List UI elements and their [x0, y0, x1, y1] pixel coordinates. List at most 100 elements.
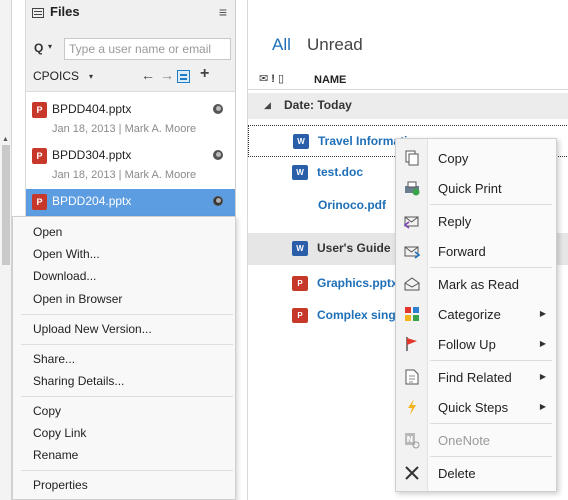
- categorize-icon: [405, 307, 419, 321]
- search-input[interactable]: [64, 38, 231, 60]
- submenu-arrow-icon: ▶: [539, 402, 546, 411]
- menu-item-reply[interactable]: Reply: [396, 206, 556, 236]
- menu-item-quick-steps[interactable]: Quick Steps ▶: [396, 392, 556, 422]
- menu-item-onenote: N OneNote: [396, 425, 556, 455]
- menu-separator: [21, 470, 233, 471]
- menu-item-label: OneNote: [438, 433, 491, 448]
- mail-title: Graphics.pptx: [317, 276, 398, 290]
- file-meta: Jan 18, 2013 | Mark A. Moore: [52, 123, 197, 135]
- scrollbar-thumb[interactable]: [2, 145, 10, 265]
- list-view-icon[interactable]: [177, 70, 190, 83]
- scope-dropdown[interactable]: CPOICS: [33, 69, 79, 83]
- printer-icon: [405, 181, 420, 196]
- menu-separator: [430, 456, 552, 457]
- menu-item-copy[interactable]: Copy: [33, 404, 61, 418]
- menu-item-find-related[interactable]: Find Related ▶: [396, 362, 556, 392]
- menu-separator: [21, 396, 233, 397]
- chevron-down-icon[interactable]: ▾: [48, 42, 52, 51]
- attachment-doc-icon[interactable]: ▯: [278, 73, 284, 85]
- file-row[interactable]: P BPDD304.pptx Jan 18, 2013 | Mark A. Mo…: [26, 143, 235, 189]
- menu-item-delete[interactable]: Delete: [396, 458, 556, 488]
- flag-icon: [406, 337, 417, 351]
- menu-item-label: Forward: [438, 244, 486, 259]
- menu-item-copy-link[interactable]: Copy Link: [33, 426, 86, 440]
- mail-title: Orinoco.pdf: [318, 198, 386, 212]
- menu-item-quick-print[interactable]: Quick Print: [396, 173, 556, 203]
- shared-globe-icon: [213, 196, 223, 206]
- powerpoint-file-icon: P: [32, 148, 47, 164]
- menu-item-open-in-browser[interactable]: Open in Browser: [33, 292, 122, 306]
- menu-item-label: Copy: [438, 151, 469, 166]
- envelope-icon[interactable]: ✉: [259, 73, 268, 85]
- menu-item-label: Quick Print: [438, 181, 502, 196]
- powerpoint-file-icon: P: [292, 308, 308, 323]
- menu-item-share[interactable]: Share...: [33, 352, 75, 366]
- powerpoint-file-icon: P: [32, 194, 47, 210]
- menu-item-sharing-details[interactable]: Sharing Details...: [33, 374, 124, 388]
- collapse-caret-icon[interactable]: ◢: [264, 100, 271, 111]
- menu-separator: [430, 204, 552, 205]
- menu-item-download[interactable]: Download...: [33, 269, 96, 283]
- menu-item-forward[interactable]: Forward: [396, 236, 556, 266]
- tab-all[interactable]: All: [272, 35, 291, 55]
- hamburger-menu-icon[interactable]: ≡: [219, 4, 227, 20]
- forward-icon: [404, 246, 421, 259]
- menu-item-categorize[interactable]: Categorize ▶: [396, 299, 556, 329]
- mail-context-menu: Copy Quick Print Reply Forward Mark as R…: [395, 138, 557, 492]
- menu-item-open[interactable]: Open: [33, 225, 62, 239]
- file-name: BPDD404.pptx: [52, 102, 132, 116]
- scope-toolbar: CPOICS ▾ ← → +: [26, 62, 235, 92]
- menu-item-label: Reply: [438, 214, 472, 229]
- shared-globe-icon: [213, 150, 223, 160]
- file-row[interactable]: P BPDD404.pptx Jan 18, 2013 | Mark A. Mo…: [26, 97, 235, 143]
- scroll-up-arrow-icon[interactable]: ▲: [2, 136, 9, 143]
- menu-item-label: Follow Up: [438, 337, 496, 352]
- add-icon[interactable]: +: [200, 65, 209, 83]
- menu-item-label: Quick Steps: [438, 400, 509, 415]
- find-related-icon: [405, 369, 419, 385]
- column-header: ✉ ! ▯ NAME: [248, 70, 568, 90]
- menu-separator: [430, 267, 552, 268]
- shared-globe-icon: [213, 104, 223, 114]
- file-meta: Jan 18, 2013 | Mark A. Moore: [52, 169, 197, 181]
- file-name: BPDD304.pptx: [52, 148, 132, 162]
- menu-item-copy[interactable]: Copy: [396, 143, 556, 173]
- files-list-icon: [32, 8, 44, 18]
- menu-item-properties[interactable]: Properties: [33, 478, 88, 492]
- menu-item-upload-new-version[interactable]: Upload New Version...: [33, 322, 152, 336]
- onenote-icon: N: [405, 433, 420, 449]
- column-name[interactable]: NAME: [314, 74, 346, 86]
- svg-text:N: N: [407, 435, 414, 444]
- powerpoint-file-icon: P: [292, 276, 308, 291]
- left-gutter-scrollbar[interactable]: ▲: [0, 0, 12, 500]
- menu-separator: [21, 344, 233, 345]
- menu-item-label: Find Related: [438, 370, 512, 385]
- column-icons[interactable]: ✉ ! ▯: [259, 72, 284, 85]
- word-file-icon: W: [292, 241, 308, 256]
- menu-item-open-with[interactable]: Open With...: [33, 247, 100, 261]
- importance-icon[interactable]: !: [271, 73, 275, 85]
- search-icon[interactable]: Q: [34, 41, 43, 55]
- file-context-menu: Open Open With... Download... Open in Br…: [12, 216, 236, 500]
- menu-item-rename[interactable]: Rename: [33, 448, 78, 462]
- copy-icon: [405, 150, 419, 166]
- menu-item-label: Delete: [438, 466, 476, 481]
- mail-title: User's Guide: [317, 241, 391, 255]
- envelope-open-icon: [404, 277, 420, 291]
- menu-item-mark-as-read[interactable]: Mark as Read: [396, 269, 556, 299]
- mail-title: test.doc: [317, 165, 364, 179]
- search-row: Q ▾: [26, 34, 235, 62]
- group-header[interactable]: ◢ Date: Today: [248, 93, 568, 119]
- file-name: BPDD204.pptx: [52, 194, 132, 208]
- submenu-arrow-icon: ▶: [539, 309, 546, 318]
- menu-item-follow-up[interactable]: Follow Up ▶: [396, 329, 556, 359]
- group-label: Date: Today: [284, 98, 352, 112]
- file-row-selected[interactable]: P BPDD204.pptx: [26, 189, 235, 217]
- tab-unread[interactable]: Unread: [307, 35, 363, 55]
- back-arrow-icon[interactable]: ←: [141, 67, 155, 83]
- chevron-down-icon[interactable]: ▾: [89, 72, 93, 81]
- files-title: Files: [50, 4, 80, 19]
- forward-arrow-icon[interactable]: →: [160, 67, 174, 83]
- word-file-icon: W: [293, 134, 309, 149]
- submenu-arrow-icon: ▶: [539, 372, 546, 381]
